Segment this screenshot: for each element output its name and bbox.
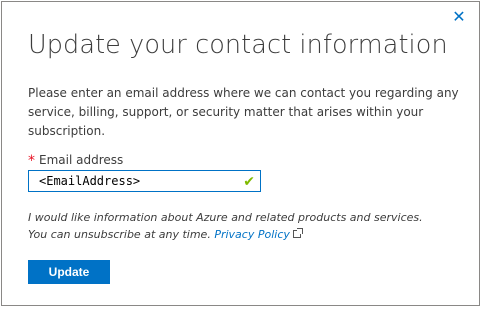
email-label-text: Email address xyxy=(39,153,124,167)
dialog-description: Please enter an email address where we c… xyxy=(28,86,459,138)
dialog-title: Update your contact information xyxy=(28,30,448,60)
checkmark-icon: ✔ xyxy=(243,173,255,189)
email-field[interactable]: ✔ xyxy=(28,170,261,192)
email-input[interactable] xyxy=(29,171,239,191)
marketing-info: I would like information about Azure and… xyxy=(28,209,468,243)
info-line-2: You can unsubscribe at any time. xyxy=(28,228,211,241)
info-line-1: I would like information about Azure and… xyxy=(28,211,423,224)
update-button[interactable]: Update xyxy=(28,260,110,284)
close-icon[interactable]: ✕ xyxy=(451,10,467,26)
privacy-policy-link[interactable]: Privacy Policy xyxy=(214,228,290,241)
contact-info-dialog: ✕ Update your contact information Please… xyxy=(1,1,480,306)
required-marker: * xyxy=(28,153,35,169)
email-field-label: * Email address xyxy=(28,152,124,169)
external-link-icon xyxy=(292,228,303,238)
